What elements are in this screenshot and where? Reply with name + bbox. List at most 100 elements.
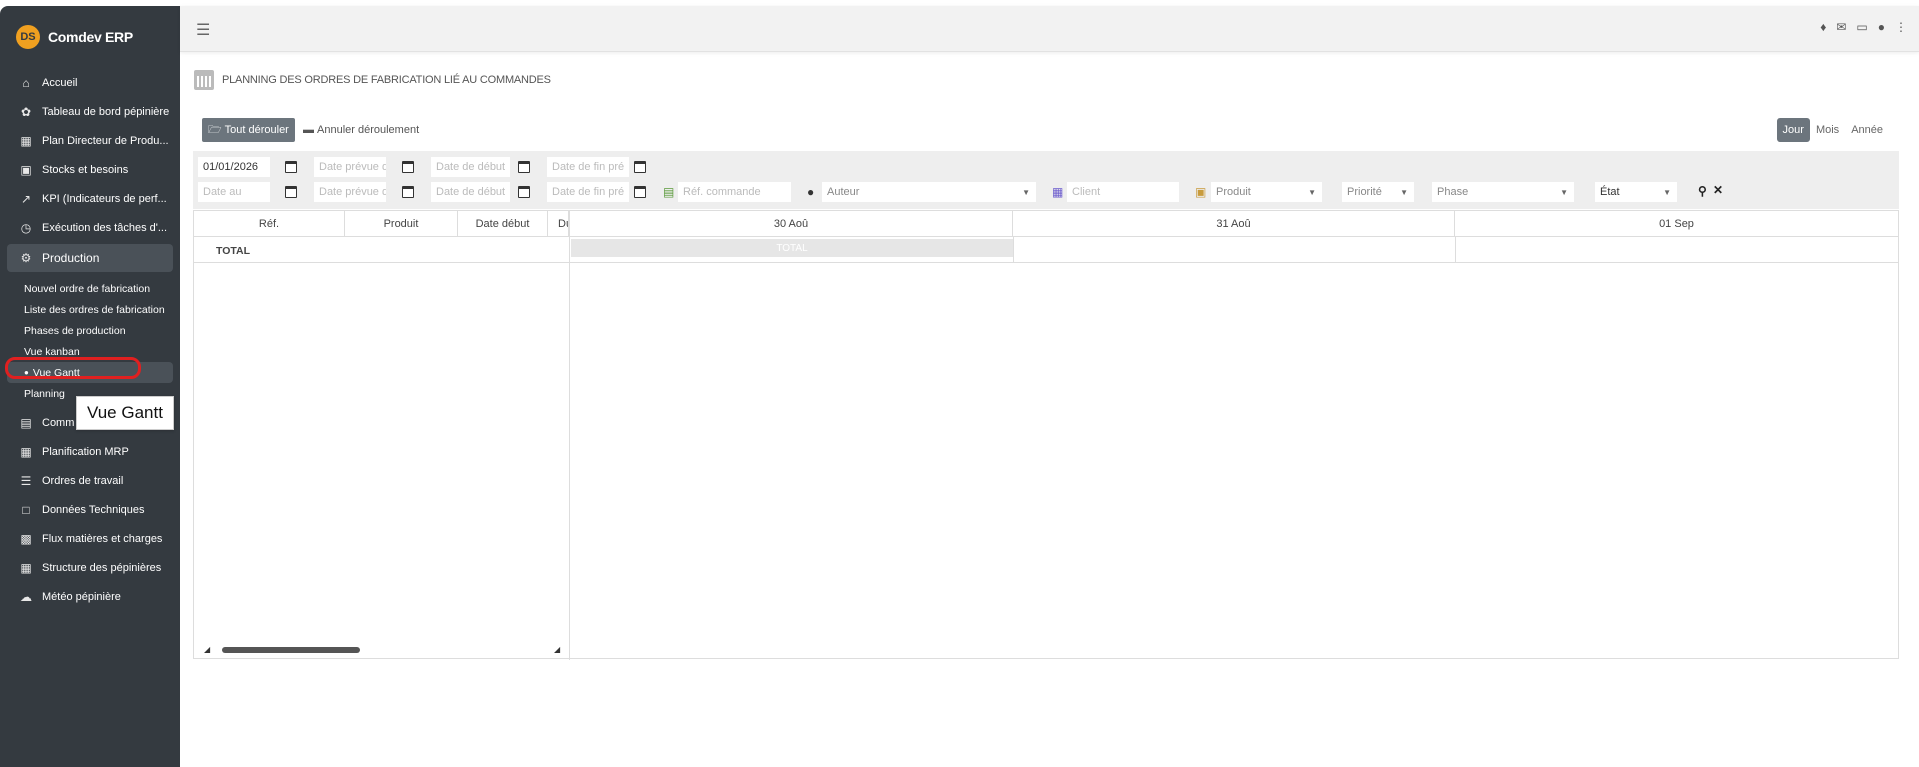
sidebar-item-label: Tableau de bord pépinière (42, 105, 170, 118)
sidebar-subitem-label: Planning (24, 387, 65, 400)
sidebar-item-execution[interactable]: ◷ Exécution des tâches d'... (0, 213, 180, 242)
sidebar-subitem-label: Vue kanban (24, 345, 80, 358)
document-ref-icon: ▤ (663, 185, 675, 199)
view-month-button[interactable]: Mois (1810, 118, 1845, 142)
user-avatar-icon[interactable]: ● (1878, 20, 1885, 34)
sidebar-subitem-label: Vue Gantt (32, 366, 80, 379)
scroll-left-icon[interactable]: ◢ (204, 645, 210, 654)
sidebar-subitem-kanban[interactable]: Vue kanban (0, 341, 180, 362)
sidebar-item-label: KPI (Indicateurs de perf... (42, 192, 167, 205)
ref-commande-input[interactable]: Réf. commande (678, 182, 791, 202)
sidebar-subitem-label: Liste des ordres de fabrication (24, 303, 165, 316)
gantt-col-date-debut[interactable]: Date début (458, 211, 548, 237)
calendar-icon[interactable] (634, 186, 646, 198)
sidebar-subitem-liste-ordres[interactable]: Liste des ordres de fabrication (0, 299, 180, 320)
gantt-date-01-sep: 01 Sep (1659, 218, 1694, 230)
sidebar-item-label: Comm (42, 416, 75, 429)
notification-bell-icon[interactable]: ♦ (1820, 20, 1826, 34)
sidebar-item-label: Plan Directeur de Produ... (42, 134, 169, 147)
etat-select[interactable]: État ▼ (1595, 182, 1677, 202)
folder-icon: ▬ (303, 124, 314, 136)
truck-icon: ▩ (20, 531, 32, 546)
close-icon[interactable]: ✕ (1713, 183, 1723, 197)
search-icon[interactable]: ⚲ (1698, 184, 1707, 198)
date-prevue-field-1[interactable]: Date prévue de (314, 157, 386, 177)
gantt-horizontal-scrollbar[interactable] (222, 647, 360, 653)
scroll-right-icon[interactable]: ◢ (554, 645, 560, 654)
gantt-col-duree[interactable]: Du (548, 211, 569, 237)
calendar-icon[interactable] (518, 186, 530, 198)
calendar-icon[interactable] (285, 186, 297, 198)
date-debut-field-2[interactable]: Date de début (431, 182, 510, 202)
calendar-icon[interactable] (518, 161, 530, 173)
calendar-icon[interactable] (634, 161, 646, 173)
sidebar-subitem-nouvel-ordre[interactable]: Nouvel ordre de fabrication (0, 278, 180, 299)
sidebar-item-meteo[interactable]: ☁ Météo pépinière (0, 582, 180, 611)
priorite-select[interactable]: Priorité ▼ (1342, 182, 1414, 202)
building-icon: ▦ (20, 560, 32, 575)
sidebar-item-label: Planification MRP (42, 445, 129, 458)
sidebar-item-ordres-travail[interactable]: ☰ Ordres de travail (0, 466, 180, 495)
cogs-icon: ⚙ (20, 251, 32, 265)
sidebar-item-production[interactable]: ⚙ Production (7, 244, 173, 272)
gantt-day-divider (1455, 237, 1456, 263)
client-input[interactable]: Client (1067, 182, 1179, 202)
sidebar-item-label: Structure des pépinières (42, 561, 162, 574)
phase-select[interactable]: Phase ▼ (1432, 182, 1574, 202)
phase-select-value: Phase (1437, 186, 1469, 198)
chevron-down-icon: ▼ (1022, 187, 1030, 197)
calendar-icon[interactable] (402, 186, 414, 198)
sidebar-item-kpi[interactable]: ↗ KPI (Indicateurs de perf... (0, 184, 180, 213)
sidebar-item-tableau-de-bord[interactable]: ✿ Tableau de bord pépinière (0, 97, 180, 126)
chevron-down-icon: ▼ (1663, 187, 1671, 197)
sidebar-subitem-label: Nouvel ordre de fabrication (24, 282, 151, 295)
sidebar-item-stocks[interactable]: ▣ Stocks et besoins (0, 155, 180, 184)
gantt-col-ref[interactable]: Réf. (194, 211, 345, 237)
calendar-icon[interactable] (285, 161, 297, 173)
gantt-grid-splitter[interactable] (569, 211, 570, 660)
date-to-field[interactable]: Date au (198, 182, 270, 202)
more-vertical-icon[interactable]: ⋮ (1895, 20, 1907, 34)
sidebar-subitem-vue-gantt[interactable]: ● Vue Gantt (7, 362, 173, 383)
cloud-icon: ☁ (20, 589, 32, 604)
gantt-total-row: TOTAL TOTAL (194, 237, 1898, 263)
sidebar-item-plan-directeur[interactable]: ▦ Plan Directeur de Produ... (0, 126, 180, 155)
date-debut-field-1[interactable]: Date de début (431, 157, 510, 177)
gantt-col-produit[interactable]: Produit (345, 211, 458, 237)
sidebar-item-flux-matieres[interactable]: ▩ Flux matières et charges (0, 524, 180, 553)
date-from-field[interactable]: 01/01/2026 (198, 157, 270, 177)
calendar-icon[interactable] (402, 161, 414, 173)
document-icon: ▤ (20, 415, 32, 430)
trash-icon[interactable]: ▭ (1856, 20, 1867, 34)
date-fin-field-2[interactable]: Date de fin pré (547, 182, 629, 202)
gantt-total-bar[interactable]: TOTAL (571, 239, 1013, 257)
sidebar-item-label: Exécution des tâches d'... (42, 221, 168, 234)
page-title: PLANNING DES ORDRES DE FABRICATION LIÉ A… (194, 70, 551, 90)
view-day-button[interactable]: Jour (1776, 118, 1810, 142)
expand-all-button[interactable]: 🗁 Tout dérouler (202, 118, 295, 142)
collapse-all-button[interactable]: ▬ Annuler déroulement (303, 118, 419, 142)
chat-icon[interactable]: ✉ (1836, 20, 1846, 34)
produit-select-value: Produit (1216, 186, 1251, 198)
date-fin-field-1[interactable]: Date de fin pré (547, 157, 629, 177)
sidebar-item-donnees-techniques[interactable]: □ Données Techniques (0, 495, 180, 524)
home-icon: ⌂ (22, 75, 30, 90)
hamburger-icon[interactable]: ☰ (196, 20, 210, 40)
calendar-icon: ▦ (20, 444, 32, 459)
topbar: ☰ ♦ ✉ ▭ ● ⋮ (180, 6, 1919, 52)
sidebar-item-label: Météo pépinière (42, 590, 121, 603)
sidebar-tooltip: Vue Gantt (76, 396, 174, 430)
sidebar-item-accueil[interactable]: ⌂ Accueil (0, 68, 180, 97)
sidebar-item-planification-mrp[interactable]: ▦ Planification MRP (0, 437, 180, 466)
sidebar-subitem-phases[interactable]: Phases de production (0, 320, 180, 341)
package-icon: ▣ (1195, 185, 1207, 199)
building-icon: ▦ (1052, 185, 1064, 199)
view-year-button[interactable]: Année (1845, 118, 1889, 142)
sidebar-item-structure-pepinieres[interactable]: ▦ Structure des pépinières (0, 553, 180, 582)
date-prevue-field-2[interactable]: Date prévue de (314, 182, 386, 202)
produit-select[interactable]: Produit ▼ (1211, 182, 1322, 202)
brand[interactable]: DS Comdev ERP (0, 6, 180, 68)
clock-icon: ◷ (20, 220, 32, 235)
auteur-select[interactable]: Auteur ▼ (822, 182, 1036, 202)
gantt-date-31-aou: 31 Aoû (1013, 211, 1455, 237)
